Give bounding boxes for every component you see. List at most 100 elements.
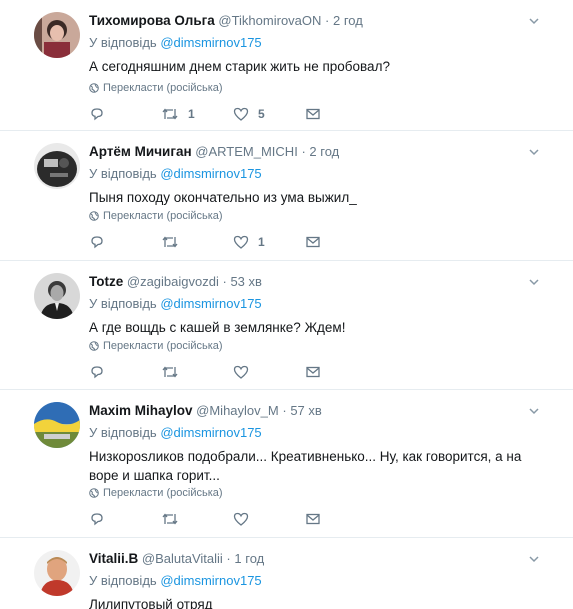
retweet-button[interactable] <box>161 511 188 527</box>
translate-label[interactable]: Перекласти (російська) <box>103 340 223 352</box>
like-button[interactable]: 5 <box>233 106 265 122</box>
avatar[interactable] <box>34 143 80 189</box>
reply-button[interactable] <box>89 234 114 250</box>
tweet[interactable]: Vitalii.B @BalutaVitalii · 1 год У відпо… <box>0 538 573 609</box>
reply-to-link[interactable]: @dimsmirnov175 <box>160 296 261 311</box>
user-handle[interactable]: @zagibaigvozdi <box>127 274 219 289</box>
timestamp[interactable]: 2 год <box>333 13 363 28</box>
user-name[interactable]: Vitalii.B <box>89 551 138 566</box>
tweet-text: А сегодняшним днем старик жить не пробов… <box>89 59 390 74</box>
translate-label[interactable]: Перекласти (російська) <box>103 82 223 94</box>
separator: · <box>222 274 227 289</box>
user-name[interactable]: Артём Мичиган <box>89 144 192 159</box>
tweet-header: Vitalii.B @BalutaVitalii · 1 год <box>89 550 264 568</box>
heart-icon <box>233 512 249 526</box>
reply-prefix: У відповідь <box>89 425 157 440</box>
reply-button[interactable] <box>89 364 114 380</box>
user-handle[interactable]: @ARTEM_MICHI <box>195 144 298 159</box>
tweet-text: Пыня походу окончательно из ума выжил_ <box>89 190 357 205</box>
like-button[interactable] <box>233 364 258 380</box>
like-count: 1 <box>258 235 265 249</box>
reply-to-link[interactable]: @dimsmirnov175 <box>160 166 261 181</box>
retweet-button[interactable]: 1 <box>161 106 195 122</box>
globe-icon <box>89 488 99 498</box>
retweet-icon <box>162 513 178 525</box>
timestamp[interactable]: 57 хв <box>290 403 321 418</box>
translate-link[interactable]: Перекласти (російська) <box>89 82 223 94</box>
action-bar <box>89 511 329 529</box>
reply-button[interactable] <box>89 106 114 122</box>
reply-context: У відповідь @dimsmirnov175 <box>89 424 262 441</box>
tweet[interactable]: Totze @zagibaigvozdi · 53 хв У відповідь… <box>0 261 573 390</box>
reply-button[interactable] <box>89 511 114 527</box>
message-button[interactable] <box>305 234 321 250</box>
retweet-button[interactable] <box>161 234 188 250</box>
retweet-button[interactable] <box>161 364 188 380</box>
separator: · <box>325 13 330 28</box>
reply-icon <box>91 513 103 526</box>
tweet-header: Maxim Mihaylov @Mihaylov_M · 57 хв <box>89 402 322 420</box>
action-bar <box>89 364 329 382</box>
reply-prefix: У відповідь <box>89 166 157 181</box>
chevron-down-icon[interactable] <box>529 406 539 416</box>
user-handle[interactable]: @Mihaylov_M <box>196 403 279 418</box>
avatar[interactable] <box>34 550 80 596</box>
reply-icon <box>91 366 103 379</box>
translate-link[interactable]: Перекласти (російська) <box>89 210 223 222</box>
like-count: 5 <box>258 107 265 121</box>
tweet-header: Тихомирова Ольга @TikhomirovaON · 2 год <box>89 12 363 30</box>
reply-to-link[interactable]: @dimsmirnov175 <box>160 573 261 588</box>
user-handle[interactable]: @TikhomirovaON <box>218 13 321 28</box>
heart-icon <box>233 365 249 379</box>
reply-icon <box>91 236 103 249</box>
message-button[interactable] <box>305 364 321 380</box>
timestamp[interactable]: 2 год <box>309 144 339 159</box>
heart-icon <box>233 107 249 121</box>
avatar[interactable] <box>34 12 80 58</box>
reply-context: У відповідь @dimsmirnov175 <box>89 165 262 182</box>
tweet-text: Низкорosликов подобрали... Креативненько… <box>89 449 522 483</box>
chevron-down-icon[interactable] <box>529 16 539 26</box>
heart-icon <box>233 235 249 249</box>
retweet-icon <box>162 366 178 378</box>
timestamp[interactable]: 53 хв <box>230 274 261 289</box>
reply-context: У відповідь @dimsmirnov175 <box>89 34 262 51</box>
retweet-count: 1 <box>188 107 195 121</box>
envelope-icon <box>306 108 320 120</box>
timestamp[interactable]: 1 год <box>234 551 264 566</box>
globe-icon <box>89 341 99 351</box>
like-button[interactable] <box>233 511 258 527</box>
retweet-icon <box>162 108 178 120</box>
envelope-icon <box>306 366 320 378</box>
translate-label[interactable]: Перекласти (російська) <box>103 210 223 222</box>
tweet[interactable]: Maxim Mihaylov @Mihaylov_M · 57 хв У від… <box>0 390 573 538</box>
message-button[interactable] <box>305 511 321 527</box>
translate-link[interactable]: Перекласти (російська) <box>89 340 223 352</box>
globe-icon <box>89 83 99 93</box>
avatar[interactable] <box>34 273 80 319</box>
tweet[interactable]: Тихомирова Ольга @TikhomirovaON · 2 год … <box>0 0 573 131</box>
chevron-down-icon[interactable] <box>529 277 539 287</box>
reply-prefix: У відповідь <box>89 573 157 588</box>
reply-icon <box>91 108 103 121</box>
separator: · <box>282 403 287 418</box>
chevron-down-icon[interactable] <box>529 554 539 564</box>
translate-link[interactable]: Перекласти (російська) <box>89 487 223 499</box>
reply-to-link[interactable]: @dimsmirnov175 <box>160 425 261 440</box>
envelope-icon <box>306 236 320 248</box>
reply-context: У відповідь @dimsmirnov175 <box>89 295 262 312</box>
like-button[interactable]: 1 <box>233 234 265 250</box>
user-handle[interactable]: @BalutaVitalii <box>142 551 223 566</box>
avatar[interactable] <box>34 402 80 448</box>
tweet[interactable]: Артём Мичиган @ARTEM_MICHI · 2 год У від… <box>0 131 573 261</box>
tweet-text: А где вощдь с кашей в землянке? Ждем! <box>89 320 346 335</box>
reply-to-link[interactable]: @dimsmirnov175 <box>160 35 261 50</box>
translate-label[interactable]: Перекласти (російська) <box>103 487 223 499</box>
user-name[interactable]: Totze <box>89 274 123 289</box>
message-button[interactable] <box>305 106 321 122</box>
user-name[interactable]: Тихомирова Ольга <box>89 13 215 28</box>
user-name[interactable]: Maxim Mihaylov <box>89 403 193 418</box>
action-bar: 1 5 <box>89 106 329 124</box>
chevron-down-icon[interactable] <box>529 147 539 157</box>
action-bar: 1 <box>89 234 329 252</box>
